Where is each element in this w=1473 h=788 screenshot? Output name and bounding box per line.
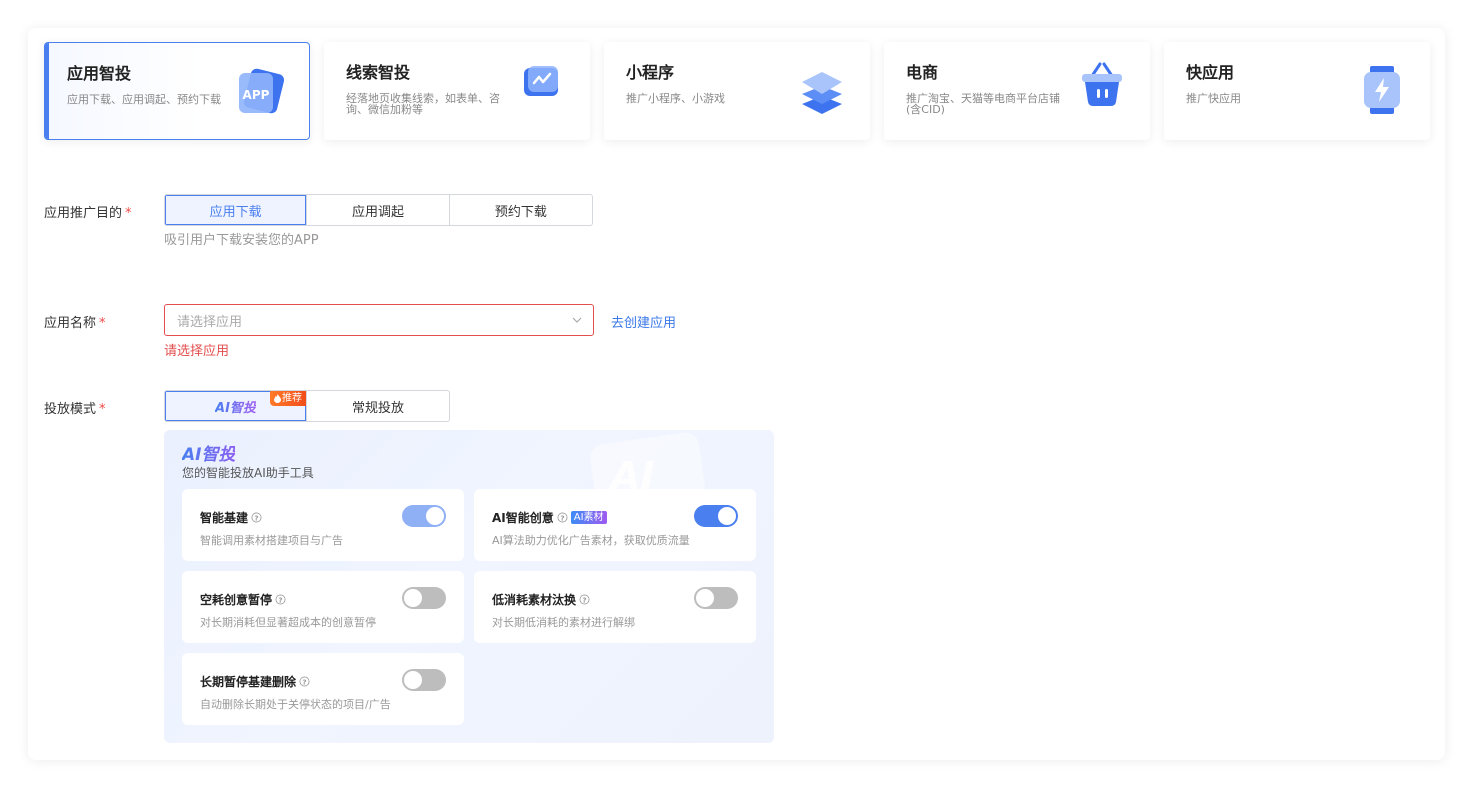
feature-desc: 自动删除长期处于关停状态的项目/广告 (200, 698, 391, 711)
recommend-badge-text: 推荐 (282, 393, 302, 404)
chart-card-icon (524, 66, 558, 96)
svg-text:?: ? (560, 513, 564, 522)
feature-title: 长期暂停基建删除 ? (200, 673, 310, 690)
svg-text:?: ? (582, 595, 586, 604)
chevron-down-icon (572, 317, 582, 323)
help-icon[interactable]: ? (275, 594, 286, 605)
create-app-link[interactable]: 去创建应用 (611, 312, 676, 331)
mode-label-text: 投放模式 (44, 402, 97, 417)
ai-panel-subtitle: 您的智能投放AI助手工具 (182, 466, 314, 480)
feature-title-text: 智能基建 (200, 511, 249, 525)
type-card-title: 应用智投 (67, 64, 132, 83)
feature-title-text: 空耗创意暂停 (200, 593, 273, 607)
required-mark: * (125, 206, 132, 221)
fire-icon (274, 394, 281, 403)
type-card-desc: 推广淘宝、天猫等电商平台店铺(含CID) (906, 92, 1060, 116)
mode-option-ai[interactable]: AI智投 推荐 (165, 391, 307, 421)
feature-card-ai-creative: AI智能创意 ? AI素材 AI算法助力优化广告素材，获取优质流量 (474, 489, 756, 561)
type-card-leads[interactable]: 线索智投 经落地页收集线索，如表单、咨询、微信加粉等 (324, 42, 590, 140)
feature-title-text: 低消耗素材汰换 (492, 593, 577, 607)
feature-title: 智能基建 ? (200, 509, 262, 526)
required-mark: * (99, 316, 106, 331)
purpose-segmented: 应用下载 应用调起 预约下载 (164, 194, 593, 226)
feature-desc: 对长期低消耗的素材进行解绑 (492, 616, 635, 629)
feature-title: 空耗创意暂停 ? (200, 591, 286, 608)
purpose-label-text: 应用推广目的 (44, 206, 123, 221)
lightning-watch-icon (1364, 66, 1400, 114)
type-card-miniprogram[interactable]: 小程序 推广小程序、小游戏 (604, 42, 870, 140)
feature-title-text: AI智能创意 (492, 511, 554, 525)
app-name-error: 请选择应用 (164, 344, 230, 359)
mode-option-normal[interactable]: 常规投放 (307, 391, 449, 421)
app-name-label-text: 应用名称 (44, 316, 97, 331)
purpose-option-reserve[interactable]: 预约下载 (450, 195, 592, 225)
toggle-low-consume-replace[interactable] (694, 587, 738, 609)
type-card-desc: 经落地页收集线索，如表单、咨询、微信加粉等 (346, 92, 500, 116)
type-card-title: 快应用 (1186, 63, 1235, 82)
feature-desc: 智能调用素材搭建项目与广告 (200, 534, 343, 547)
type-card-desc: 推广小程序、小游戏 (626, 92, 725, 105)
feature-title: 低消耗素材汰换 ? (492, 591, 590, 608)
app-select-placeholder: 请选择应用 (177, 314, 243, 330)
toggle-ai-creative[interactable] (694, 505, 738, 527)
type-card-desc: 应用下载、应用调起、预约下载 (67, 93, 221, 106)
type-card-title: 线索智投 (346, 63, 411, 82)
feature-desc: 对长期消耗但显著超成本的创意暂停 (200, 616, 376, 629)
type-card-ecommerce[interactable]: 电商 推广淘宝、天猫等电商平台店铺(含CID) (884, 42, 1150, 140)
mode-segmented: AI智投 推荐 常规投放 (164, 390, 450, 422)
app-name-label: 应用名称 * (44, 312, 106, 331)
feature-card-paused-delete: 长期暂停基建删除 ? 自动删除长期处于关停状态的项目/广告 (182, 653, 464, 725)
type-card-title: 电商 (906, 63, 939, 82)
purpose-label: 应用推广目的 * (44, 202, 132, 221)
help-icon[interactable]: ? (579, 594, 590, 605)
help-icon[interactable]: ? (299, 676, 310, 687)
feature-title-text: 长期暂停基建删除 (200, 675, 297, 689)
required-mark: * (99, 402, 106, 417)
app-store-icon: APP (239, 68, 285, 114)
type-card-title: 小程序 (626, 63, 675, 82)
svg-text:?: ? (302, 677, 306, 686)
purpose-option-invoke[interactable]: 应用调起 (307, 195, 450, 225)
type-card-app[interactable]: 应用智投 应用下载、应用调起、预约下载 APP (44, 42, 310, 140)
ai-material-tag: AI素材 (570, 511, 607, 524)
type-card-quickapp[interactable]: 快应用 推广快应用 (1164, 42, 1430, 140)
help-icon[interactable]: ? (557, 512, 568, 523)
svg-text:?: ? (278, 595, 282, 604)
toggle-idle-pause[interactable] (402, 587, 446, 609)
purpose-hint: 吸引用户下载安装您的APP (164, 233, 319, 248)
layers-icon (802, 72, 842, 114)
feature-card-low-consume-replace: 低消耗素材汰换 ? 对长期低消耗的素材进行解绑 (474, 571, 756, 643)
feature-desc: AI算法助力优化广告素材，获取优质流量 (492, 534, 690, 547)
mode-option-ai-label: AI智投 (215, 397, 256, 416)
ai-panel: AI AI智投 您的智能投放AI助手工具 智能基建 ? 智能调用素材搭建项目与广… (164, 430, 774, 743)
feature-title: AI智能创意 ? AI素材 (492, 509, 607, 526)
shopping-basket-icon (1082, 62, 1122, 106)
svg-text:APP: APP (243, 88, 270, 102)
mode-label: 投放模式 * (44, 398, 106, 417)
feature-card-smart-build: 智能基建 ? 智能调用素材搭建项目与广告 (182, 489, 464, 561)
help-icon[interactable]: ? (251, 512, 262, 523)
type-card-desc: 推广快应用 (1186, 92, 1241, 105)
purpose-option-download[interactable]: 应用下载 (165, 195, 308, 225)
app-select[interactable]: 请选择应用 (164, 304, 594, 336)
toggle-paused-delete[interactable] (402, 669, 446, 691)
toggle-smart-build[interactable] (402, 505, 446, 527)
svg-text:?: ? (254, 513, 258, 522)
ai-panel-title: AI智投 (182, 440, 235, 465)
feature-card-idle-pause: 空耗创意暂停 ? 对长期消耗但显著超成本的创意暂停 (182, 571, 464, 643)
recommend-badge: 推荐 (270, 391, 306, 406)
